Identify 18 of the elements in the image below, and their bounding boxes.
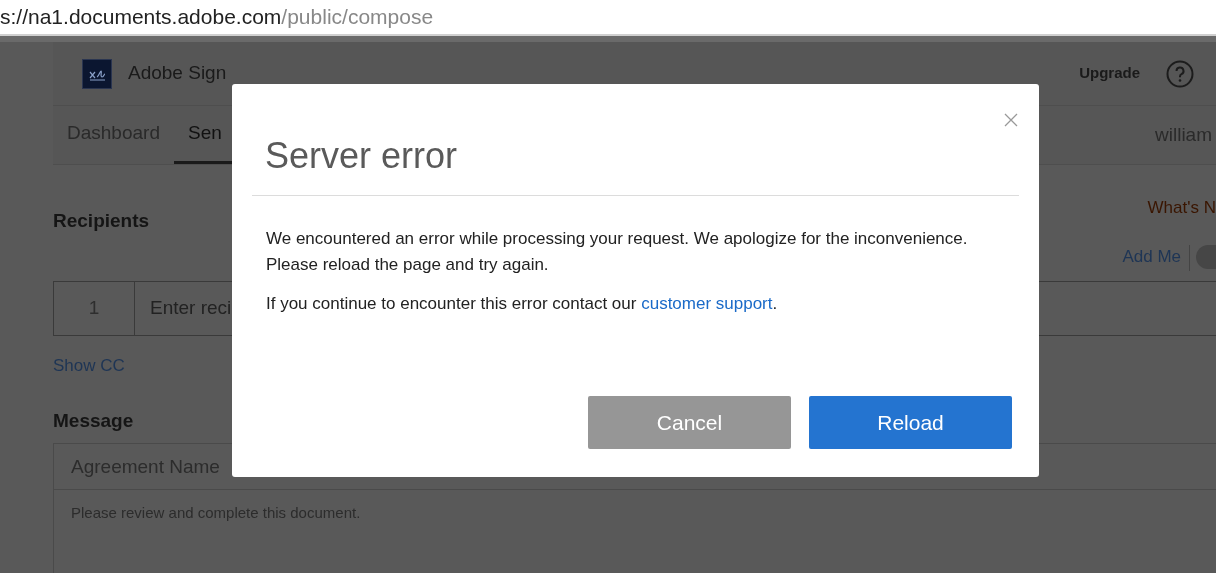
logo-icon — [82, 58, 112, 89]
add-me-link[interactable]: Add Me — [1122, 243, 1181, 269]
reload-button[interactable]: Reload — [809, 396, 1012, 449]
show-cc-link[interactable]: Show CC — [53, 353, 125, 379]
url-path: /public/compose — [281, 4, 434, 31]
brand-name: Adobe Sign — [128, 61, 227, 86]
cancel-button[interactable]: Cancel — [588, 396, 791, 449]
whats-new-link[interactable]: What's N — [1147, 195, 1216, 217]
url-host: s://na1.documents.adobe.com — [0, 4, 282, 31]
customer-support-link[interactable]: customer support — [641, 294, 773, 313]
message-heading: Message — [53, 408, 134, 433]
recipients-heading: Recipients — [53, 208, 150, 233]
error-message: Please reload the page and try again. — [266, 254, 549, 276]
contact-text: If you continue to encounter this error contact our customer support. — [266, 293, 778, 315]
error-message: We encountered an error while processing your request. We apologize for the inconvenience. — [266, 228, 968, 250]
close-icon[interactable] — [1003, 112, 1019, 128]
dialog-title: Server error — [265, 134, 458, 178]
upgrade-link[interactable]: Upgrade — [1079, 62, 1140, 85]
